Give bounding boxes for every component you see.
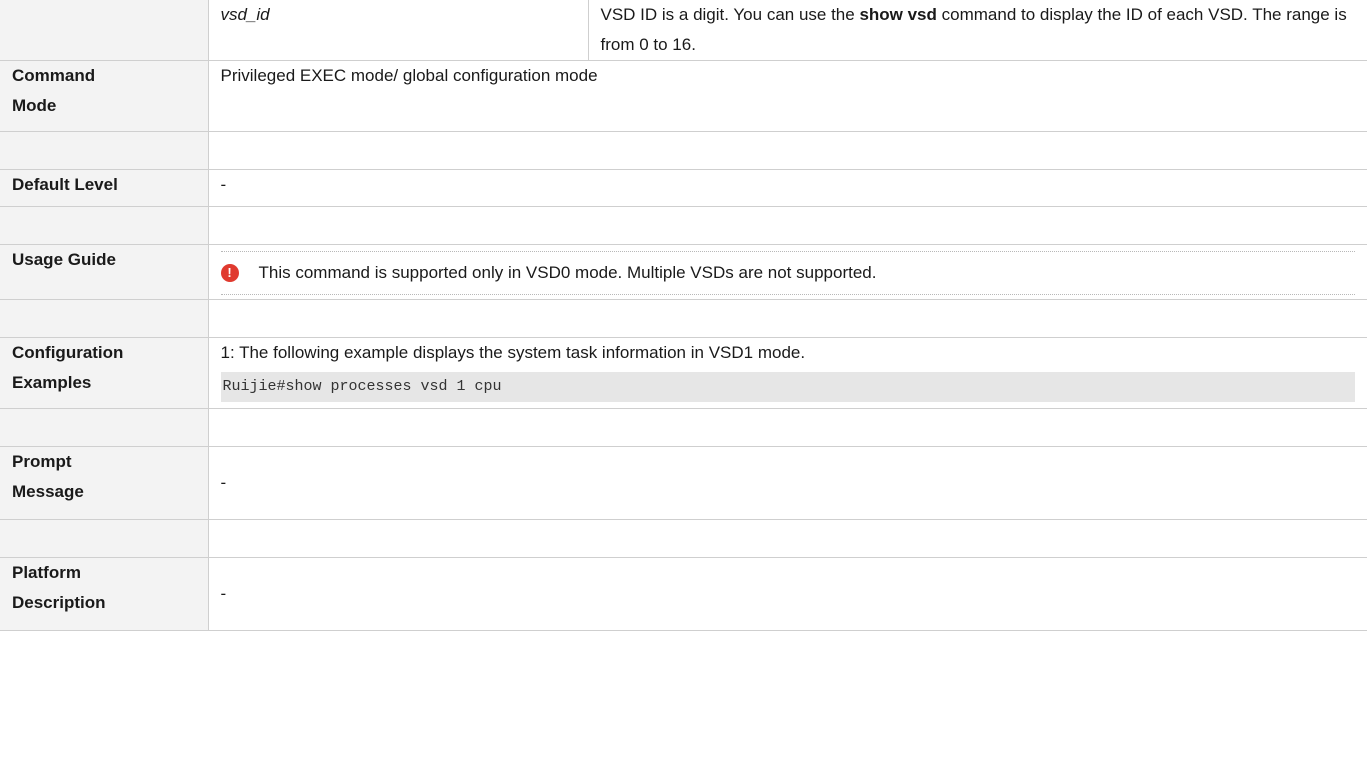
spacer-row (0, 206, 1367, 245)
usage-guide-cell: ! This command is supported only in VSD0… (207, 244, 1367, 300)
parameter-label-cell (0, 0, 209, 61)
parameter-row: vsd_id VSD ID is a digit. You can use th… (0, 0, 1367, 61)
default-level-label: Default Level (0, 169, 209, 207)
parameter-desc-text-1: VSD ID is a digit. You can use the (600, 5, 860, 24)
prompt-message-label: Prompt Message (0, 446, 209, 520)
platform-description-label-line2: Description (12, 593, 106, 612)
command-mode-label: Command Mode (0, 60, 209, 132)
warning-icon: ! (220, 264, 239, 282)
spacer-row (0, 519, 1367, 558)
usage-guide-note-text: This command is supported only in VSD0 m… (258, 263, 877, 282)
spacer-row (0, 408, 1367, 447)
command-mode-label-line2: Mode (12, 96, 57, 115)
prompt-message-label-line2: Message (12, 482, 84, 501)
usage-guide-label: Usage Guide (0, 244, 209, 300)
command-mode-row: Command Mode Privileged EXEC mode/ globa… (0, 60, 1367, 132)
prompt-message-value: - (207, 446, 1367, 520)
command-mode-value: Privileged EXEC mode/ global configurati… (207, 60, 1367, 132)
config-examples-label: Configuration Examples (0, 337, 209, 409)
platform-description-label-line1: Platform (12, 563, 81, 582)
prompt-message-row: Prompt Message - (0, 446, 1367, 520)
config-examples-label-line1: Configuration (12, 343, 124, 362)
prompt-message-label-line1: Prompt (12, 452, 72, 471)
config-example-code: Ruijie#show processes vsd 1 cpu (220, 372, 1355, 402)
spacer-row (0, 299, 1367, 338)
default-level-value: - (207, 169, 1367, 207)
config-examples-description: 1: The following example displays the sy… (220, 343, 806, 362)
config-examples-cell: 1: The following example displays the sy… (207, 337, 1367, 409)
platform-description-row: Platform Description - (0, 557, 1367, 631)
parameter-name: vsd_id (220, 5, 270, 24)
config-examples-row: Configuration Examples 1: The following … (0, 337, 1367, 409)
spacer-row (0, 131, 1367, 170)
command-mode-label-line1: Command (12, 66, 96, 85)
parameter-description: VSD ID is a digit. You can use the show … (587, 0, 1367, 61)
default-level-row: Default Level - (0, 169, 1367, 207)
parameter-desc-command: show vsd (859, 5, 937, 24)
platform-description-value: - (207, 557, 1367, 631)
command-reference-table: vsd_id VSD ID is a digit. You can use th… (0, 0, 1367, 631)
usage-guide-row: Usage Guide ! This command is supported … (0, 244, 1367, 300)
platform-description-label: Platform Description (0, 557, 209, 631)
parameter-name-cell: vsd_id (207, 0, 589, 61)
usage-guide-note: ! This command is supported only in VSD0… (220, 251, 1355, 295)
config-examples-label-line2: Examples (12, 373, 92, 392)
